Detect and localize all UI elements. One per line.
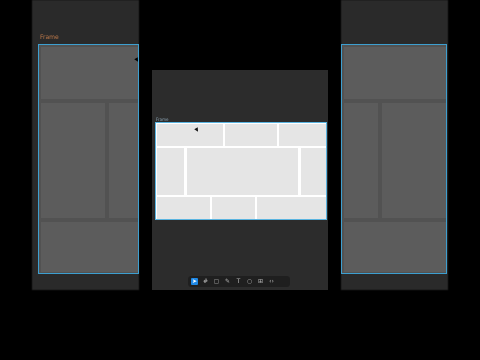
layout-frame[interactable] xyxy=(155,122,327,220)
background-cell xyxy=(344,103,378,218)
layout-cell[interactable] xyxy=(257,197,326,219)
move-icon: ➤ xyxy=(191,278,198,285)
code-icon: ‹› xyxy=(269,278,274,285)
frame-tool-button[interactable]: # xyxy=(202,278,209,285)
background-cell xyxy=(109,103,138,218)
background-frame-left xyxy=(38,44,139,274)
pen-tool-button[interactable]: ✎ xyxy=(224,278,231,285)
layout-cell[interactable] xyxy=(157,197,210,219)
layout-cell[interactable] xyxy=(301,148,326,195)
comment-tool-button[interactable]: ○ xyxy=(246,278,253,285)
components-tool-button[interactable]: ⊞ xyxy=(257,278,264,285)
background-cell xyxy=(344,47,446,99)
code-tool-button[interactable]: ‹› xyxy=(268,278,275,285)
frame-icon: # xyxy=(202,278,209,285)
layout-cell[interactable] xyxy=(212,197,255,219)
background-cell xyxy=(41,222,138,272)
components-icon: ⊞ xyxy=(257,278,264,285)
background-cell xyxy=(41,47,138,99)
background-frame-label-left: Frame xyxy=(40,34,59,41)
layout-cell[interactable] xyxy=(157,124,223,146)
background-cell xyxy=(344,222,446,272)
shape-icon: ▢ xyxy=(213,278,220,285)
layout-cell[interactable] xyxy=(157,148,184,195)
layout-cell[interactable] xyxy=(187,148,298,195)
pen-icon: ✎ xyxy=(224,278,231,285)
background-cell xyxy=(41,103,105,218)
layout-cell[interactable] xyxy=(225,124,277,146)
text-tool-button[interactable]: T xyxy=(235,278,242,285)
comment-icon: ○ xyxy=(246,278,253,285)
shape-tool-button[interactable]: ▢ xyxy=(213,278,220,285)
background-frame-right xyxy=(341,44,447,274)
text-icon: T xyxy=(236,278,241,285)
bottom-toolbar: ➤ # ▢ ✎ T ○ ⊞ ‹› xyxy=(188,276,290,287)
background-cell xyxy=(382,103,446,218)
layout-cell[interactable] xyxy=(279,124,326,146)
move-tool-button[interactable]: ➤ xyxy=(191,278,198,285)
